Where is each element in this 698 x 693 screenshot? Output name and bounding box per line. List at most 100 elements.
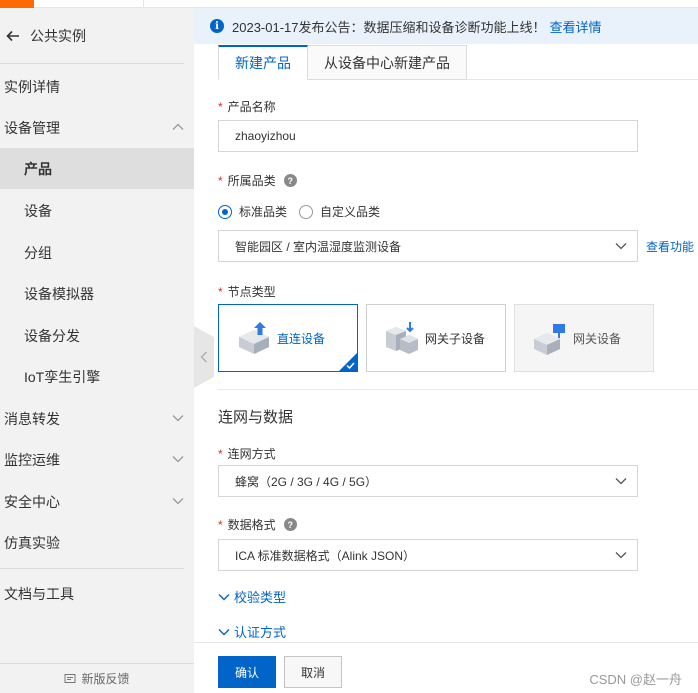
verification-type-toggle[interactable]: 校验类型 <box>218 587 286 606</box>
category-select-value: 智能园区 / 室内温湿度监测设备 <box>235 239 402 254</box>
network-data-section-title: 连网与数据 <box>218 409 294 426</box>
field-label-text: 连网方式 <box>227 447 276 461</box>
required-mark: * <box>218 446 223 461</box>
announcement-banner: i 2023-01-17发布公告：数据压缩和设备诊断功能上线！ 查看详情 <box>194 8 698 44</box>
data-format-label: * 数据格式 ? <box>218 516 297 533</box>
sidebar-item-label: 设备模拟器 <box>24 285 94 302</box>
product-name-input[interactable]: zhaoyizhou <box>218 120 638 152</box>
sidebar-item-device-management[interactable]: 设备管理 <box>0 107 194 148</box>
cancel-button[interactable]: 取消 <box>284 656 342 688</box>
watermark: CSDN @赵一舟 <box>589 672 682 687</box>
node-type-label-text: 网关子设备 <box>425 331 486 346</box>
sidebar-item-device-distribution[interactable]: 设备分发 <box>0 315 194 356</box>
direct-device-icon <box>239 322 269 354</box>
top-nav-strip <box>0 0 698 8</box>
chevron-down-icon <box>615 243 627 250</box>
category-select[interactable]: 智能园区 / 室内温湿度监测设备 <box>218 230 638 262</box>
sidebar-item-label: 实例详情 <box>4 78 60 95</box>
radio-unchecked-icon <box>299 204 314 219</box>
sidebar-item-label: 设备管理 <box>4 119 60 136</box>
sidebar-item-docs-tools[interactable]: 文档与工具 <box>0 573 194 614</box>
sidebar-item-monitoring-ops[interactable]: 监控运维 <box>0 439 194 480</box>
required-mark: * <box>218 99 223 114</box>
node-type-label-text: 网关设备 <box>573 331 622 346</box>
back-label: 公共实例 <box>30 28 86 44</box>
sidebar-item-label: 产品 <box>24 160 52 177</box>
chevron-left-icon <box>200 351 207 363</box>
selected-check-icon <box>339 353 357 371</box>
sidebar-item-iot-twin-engine[interactable]: IoT孪生引擎 <box>0 356 194 397</box>
info-icon: i <box>210 19 224 33</box>
chevron-down-icon <box>218 628 230 635</box>
gateway-subdevice-icon <box>386 322 418 354</box>
required-mark: * <box>218 173 223 188</box>
data-format-select-value: ICA 标准数据格式（Alink JSON） <box>235 548 416 563</box>
node-type-gateway-subdevice[interactable]: 网关子设备 <box>366 304 506 372</box>
arrow-left-icon <box>6 30 19 42</box>
sidebar-item-device[interactable]: 设备 <box>0 190 194 231</box>
sidebar-divider <box>0 63 184 64</box>
tab-new-from-device-center[interactable]: 从设备中心新建产品 <box>308 45 467 80</box>
collapsible-label: 认证方式 <box>234 625 287 640</box>
product-name-value: zhaoyizhou <box>235 129 296 143</box>
tab-bar: 新建产品 从设备中心新建产品 <box>218 45 467 80</box>
category-radio-group: 标准品类 自定义品类 <box>218 203 392 220</box>
node-type-label: * 节点类型 <box>218 283 276 300</box>
view-features-link[interactable]: 查看功能 <box>646 238 694 255</box>
back-to-instance-button[interactable]: 公共实例 <box>0 22 194 50</box>
chevron-down-icon <box>218 593 230 600</box>
confirm-button[interactable]: 确认 <box>218 656 276 688</box>
radio-checked-icon <box>218 204 232 219</box>
sidebar-item-simulation-lab[interactable]: 仿真实验 <box>0 522 194 563</box>
chevron-up-icon <box>172 123 184 130</box>
chevron-down-icon <box>615 478 627 485</box>
radio-label: 自定义品类 <box>320 205 381 219</box>
sidebar-item-group[interactable]: 分组 <box>0 232 194 273</box>
radio-standard-category[interactable]: 标准品类 <box>218 203 287 220</box>
sidebar-item-product[interactable]: 产品 <box>0 148 194 189</box>
form-footer: 确认 取消 CSDN @赵一舟 <box>194 642 698 693</box>
feedback-icon <box>64 673 76 683</box>
sidebar-collapse-handle[interactable] <box>194 326 214 388</box>
sidebar-item-label: 设备分发 <box>24 327 80 344</box>
network-select[interactable]: 蜂窝（2G / 3G / 4G / 5G） <box>218 465 638 497</box>
field-label-text: 所属品类 <box>227 174 276 188</box>
chevron-down-icon <box>615 552 627 559</box>
field-label-text: 数据格式 <box>227 518 276 532</box>
sidebar-item-message-forwarding[interactable]: 消息转发 <box>0 398 194 439</box>
radio-label: 标准品类 <box>239 205 288 219</box>
feedback-button[interactable]: 新版反馈 <box>0 663 194 693</box>
sidebar-item-device-simulator[interactable]: 设备模拟器 <box>0 273 194 314</box>
node-type-direct-device[interactable]: 直连设备 <box>218 304 358 372</box>
sidebar-item-security-center[interactable]: 安全中心 <box>0 481 194 522</box>
sidebar-item-label: IoT孪生引擎 <box>24 368 101 385</box>
network-label: * 连网方式 <box>218 445 276 462</box>
auth-method-toggle[interactable]: 认证方式 <box>218 622 286 641</box>
gateway-device-icon <box>534 324 565 355</box>
network-select-value: 蜂窝（2G / 3G / 4G / 5G） <box>235 474 378 489</box>
sidebar: 公共实例 实例详情 设备管理 产品 设备 分组 设备模拟器 设备分发 IoT孪生… <box>0 8 194 693</box>
required-mark: * <box>218 284 223 299</box>
sidebar-item-label: 仿真实验 <box>4 534 60 551</box>
tab-new-product[interactable]: 新建产品 <box>218 45 308 80</box>
chevron-down-icon <box>172 456 184 463</box>
category-label: * 所属品类 ? <box>218 172 297 189</box>
help-icon[interactable]: ? <box>283 174 297 187</box>
tab-underline <box>466 79 698 80</box>
node-type-gateway-device[interactable]: 网关设备 <box>514 304 654 372</box>
help-icon[interactable]: ? <box>283 518 297 531</box>
field-label-text: 节点类型 <box>227 285 276 299</box>
sidebar-item-instance-details[interactable]: 实例详情 <box>0 66 194 107</box>
chevron-down-icon <box>172 498 184 505</box>
product-name-label: * 产品名称 <box>218 98 276 115</box>
top-nav-segment <box>34 0 144 8</box>
collapsible-label: 校验类型 <box>234 590 287 605</box>
sidebar-divider <box>0 568 184 569</box>
radio-custom-category[interactable]: 自定义品类 <box>299 203 380 220</box>
announcement-details-link[interactable]: 查看详情 <box>550 17 602 36</box>
sidebar-item-label: 文档与工具 <box>4 585 74 602</box>
sidebar-item-label: 设备 <box>24 202 52 219</box>
sidebar-item-label: 安全中心 <box>4 493 60 510</box>
sidebar-item-label: 分组 <box>24 244 52 261</box>
data-format-select[interactable]: ICA 标准数据格式（Alink JSON） <box>218 539 638 571</box>
